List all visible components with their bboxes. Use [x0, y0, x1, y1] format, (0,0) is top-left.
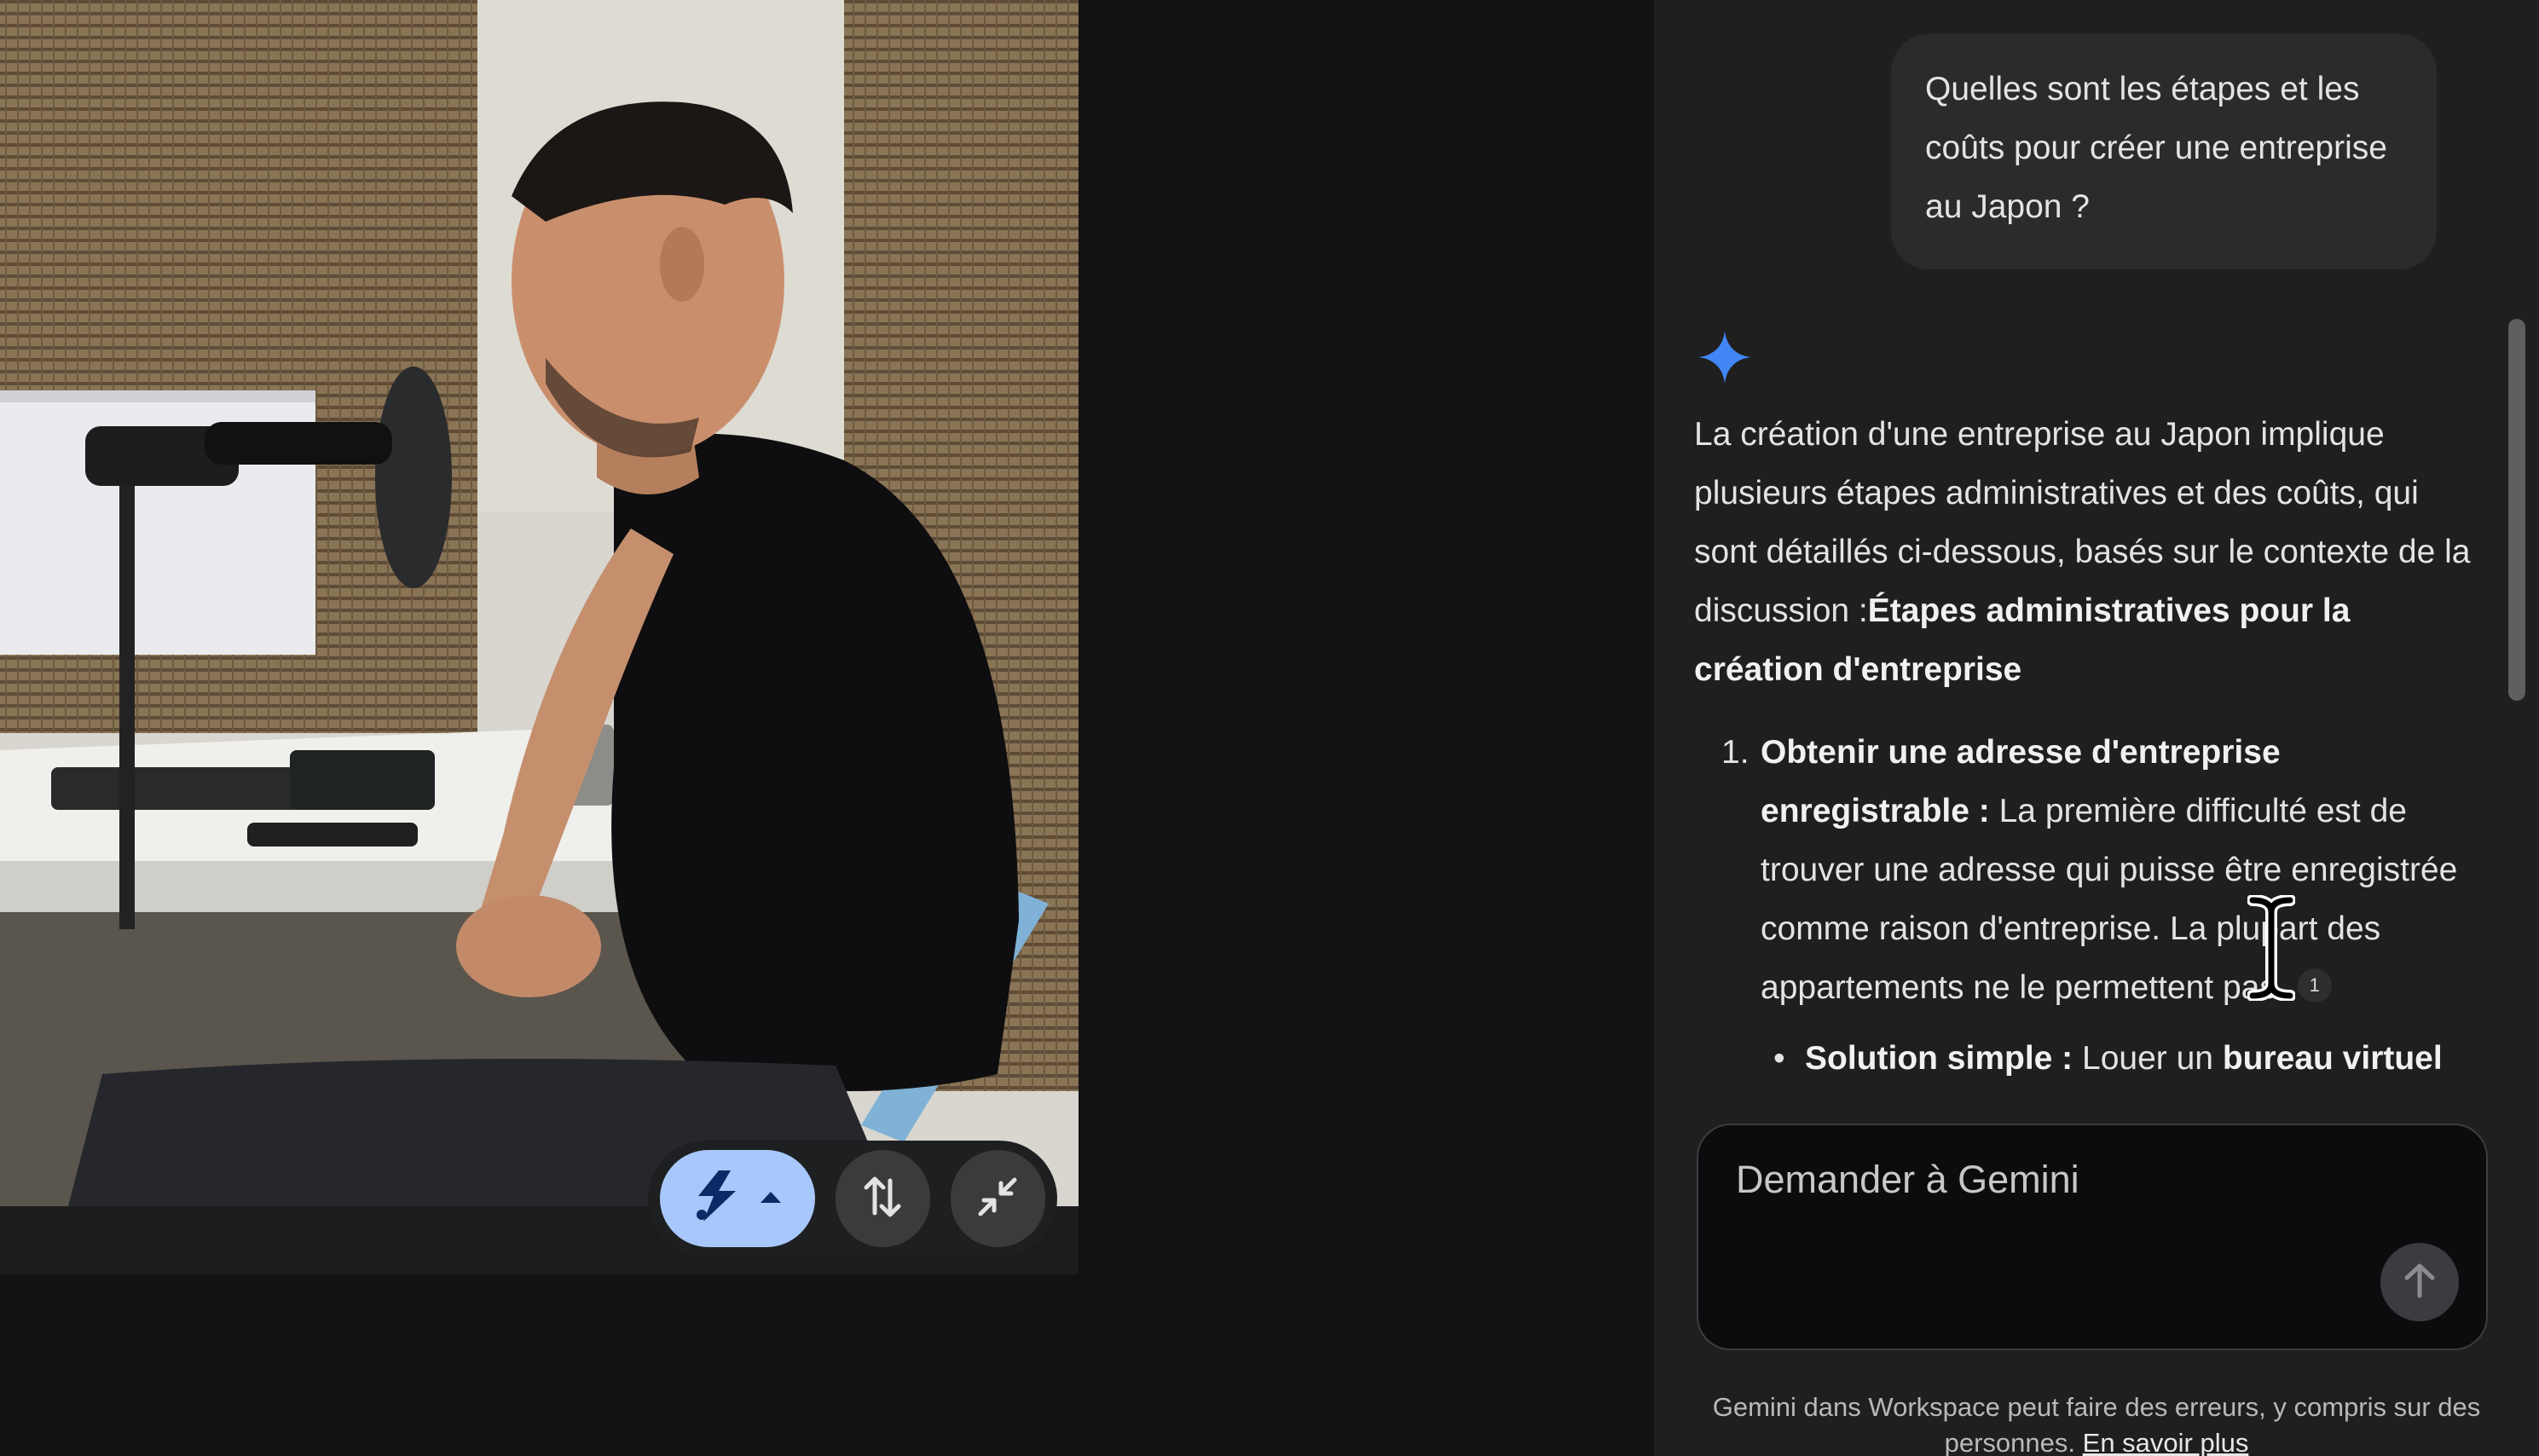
- self-view-video: [0, 0, 1079, 1206]
- user-prompt-text: Quelles sont les étapes et les coûts pou…: [1925, 71, 2387, 225]
- swap-vertical-icon: [861, 1174, 904, 1224]
- gemini-composer: [1697, 1124, 2488, 1350]
- response-intro: La création d'une entreprise au Japon im…: [1694, 405, 2487, 699]
- sub-item-label: Solution simple :: [1805, 1040, 2073, 1077]
- gemini-sparkle-icon: [1698, 331, 1751, 384]
- arrow-up-icon: [2403, 1262, 2437, 1303]
- text-cursor-icon: [2247, 895, 2295, 1001]
- gemini-panel: Quelles sont les étapes et les coûts pou…: [1654, 0, 2539, 1456]
- video-area: [0, 0, 1654, 1456]
- response-scrollbar[interactable]: [2508, 319, 2525, 701]
- bullet: •: [1773, 1040, 1785, 1077]
- sub-item-bold: bureau virtuel: [2222, 1040, 2443, 1077]
- minimize-button[interactable]: [950, 1150, 1045, 1247]
- list-number: 1.: [1721, 734, 1750, 771]
- citation-chip[interactable]: 1: [2297, 968, 2332, 1002]
- minimize-arrows-icon: [975, 1175, 1020, 1223]
- swap-view-button[interactable]: [835, 1150, 930, 1247]
- list-item: 1. Obtenir une adresse d'entreprise enre…: [1694, 723, 2487, 1017]
- visual-effects-icon: [693, 1169, 741, 1229]
- ask-gemini-input[interactable]: [1736, 1158, 2401, 1202]
- camera-feed-image: [0, 0, 1079, 1206]
- sub-item-text: Louer un: [2073, 1040, 2223, 1077]
- visual-effects-button[interactable]: [660, 1150, 815, 1247]
- send-button[interactable]: [2380, 1243, 2459, 1321]
- learn-more-link[interactable]: En savoir plus: [2083, 1428, 2249, 1456]
- sub-list-item: • Solution simple : Louer un bureau virt…: [1694, 1029, 2487, 1081]
- gemini-response: La création d'une entreprise au Japon im…: [1694, 405, 2487, 1081]
- self-view-controls: [648, 1141, 1057, 1257]
- disclaimer: Gemini dans Workspace peut faire des err…: [1654, 1390, 2539, 1456]
- caret-up-icon[interactable]: [760, 1190, 782, 1208]
- user-prompt-bubble: Quelles sont les étapes et les coûts pou…: [1891, 34, 2437, 269]
